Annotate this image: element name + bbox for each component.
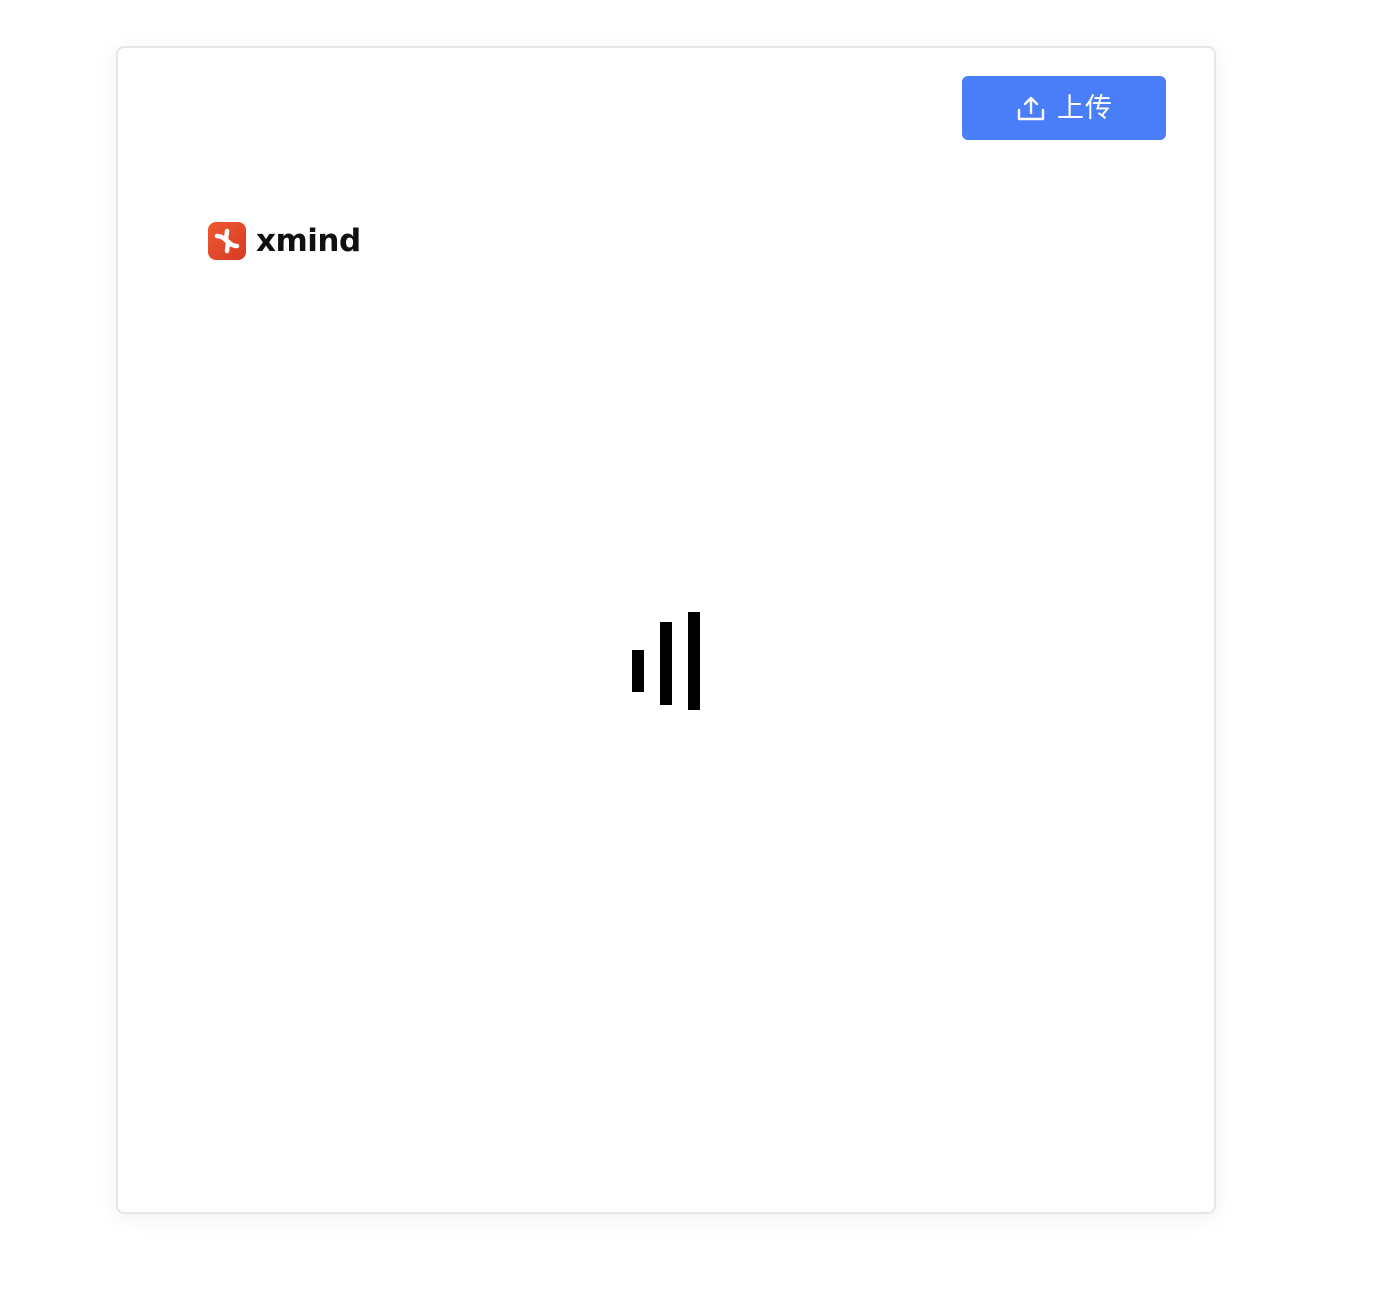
xmind-logo-icon xyxy=(208,222,246,260)
xmind-wordmark: xmind xyxy=(256,222,361,259)
main-card: 上传 xmind xyxy=(116,46,1216,1214)
loading-bar xyxy=(688,612,700,710)
loading-bars-icon xyxy=(632,610,702,710)
loading-bar xyxy=(632,650,644,692)
xmind-logo: xmind xyxy=(208,222,361,260)
upload-icon xyxy=(1017,96,1045,121)
loading-bar xyxy=(660,622,672,705)
upload-button[interactable]: 上传 xyxy=(962,76,1166,140)
upload-button-label: 上传 xyxy=(1057,92,1113,124)
